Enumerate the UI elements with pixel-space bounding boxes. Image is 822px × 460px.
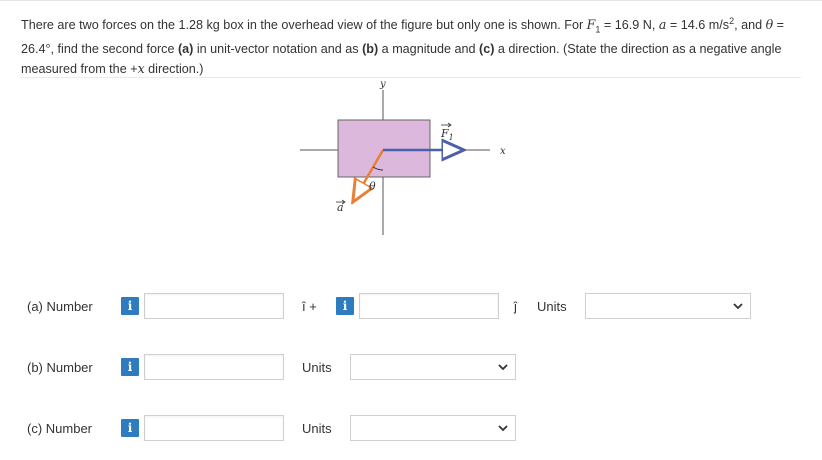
box xyxy=(337,119,431,178)
units-label: Units xyxy=(302,421,332,436)
units-label: Units xyxy=(302,360,332,375)
row-b-label: (b) Number xyxy=(27,360,93,375)
top-border xyxy=(0,0,822,1)
info-icon[interactable]: i xyxy=(121,419,139,437)
theta-label: θ xyxy=(369,180,376,193)
chevron-down-icon xyxy=(733,303,743,310)
answer-a-i-input[interactable] xyxy=(144,293,284,319)
row-c-label: (c) Number xyxy=(27,421,93,436)
j-hat-label: ĵ xyxy=(514,299,517,314)
chevron-down-icon xyxy=(498,425,508,432)
answer-a-j-input[interactable] xyxy=(359,293,499,319)
units-label: Units xyxy=(537,299,567,314)
f1-label: F1 xyxy=(440,127,454,142)
force-diagram: y x F1 θ a xyxy=(300,80,506,235)
row-a-label: (a) Number xyxy=(27,299,93,314)
info-icon[interactable]: i xyxy=(336,297,354,315)
info-icon[interactable]: i xyxy=(121,358,139,376)
x-axis-label: x xyxy=(500,146,506,157)
units-select-a[interactable] xyxy=(585,293,751,319)
answer-c-input[interactable] xyxy=(144,415,284,441)
y-axis-label: y xyxy=(379,80,386,90)
i-hat-label: î + xyxy=(302,299,317,314)
question-text: There are two forces on the 1.28 kg box … xyxy=(21,16,785,76)
question-divider xyxy=(21,77,801,78)
units-select-b[interactable] xyxy=(350,354,516,380)
answer-b-input[interactable] xyxy=(144,354,284,380)
units-select-c[interactable] xyxy=(350,415,516,441)
info-icon[interactable]: i xyxy=(121,297,139,315)
chevron-down-icon xyxy=(498,364,508,371)
a-label: a xyxy=(337,201,344,214)
